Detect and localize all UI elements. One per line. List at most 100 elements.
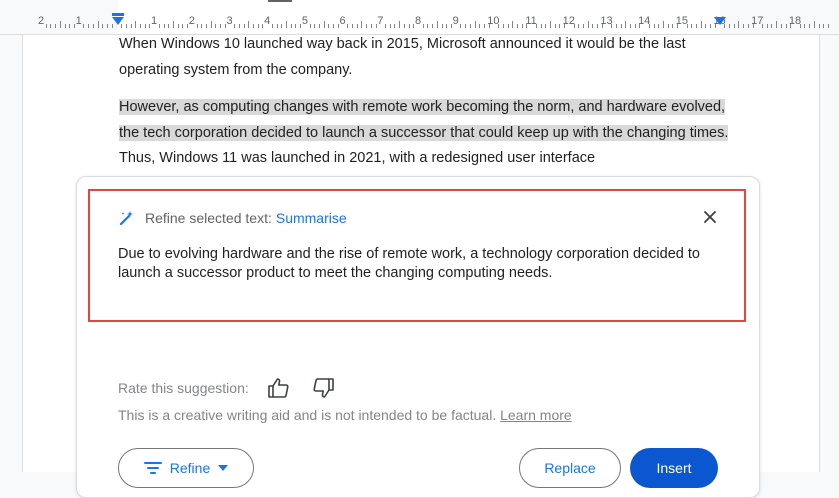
ruler-tick (502, 24, 504, 28)
ruler-tick (804, 24, 806, 28)
ruler-tick (554, 24, 556, 28)
left-indent-marker[interactable] (112, 17, 124, 25)
rate-suggestion-row: Rate this suggestion: (118, 376, 355, 400)
ruler-number: 6 (339, 15, 346, 27)
ruler-tick (446, 24, 448, 28)
replace-button-label: Replace (544, 460, 596, 476)
refine-button-label: Refine (169, 460, 211, 476)
ruler-tick (83, 24, 85, 28)
ruler-tick (521, 24, 523, 28)
ruler-tick (747, 24, 749, 28)
ruler-tick (55, 24, 57, 28)
ruler-number: 3 (226, 15, 233, 27)
first-line-indent-marker[interactable] (112, 13, 124, 16)
ruler-tick (201, 24, 203, 28)
sort-lines-icon (143, 462, 162, 474)
ruler-tick (573, 24, 575, 28)
ruler-tick (59, 21, 61, 28)
disclaimer: This is a creative writing aid and is no… (118, 407, 572, 423)
ruler-tick (813, 21, 815, 28)
ruler-tick (559, 24, 561, 28)
ruler-tick (215, 24, 217, 28)
ruler-tick (474, 21, 476, 28)
ruler-tick (248, 21, 250, 28)
ruler-tick (144, 24, 146, 28)
ruler-tick (45, 24, 47, 28)
ruler-tick (738, 21, 740, 28)
ruler-tick (818, 24, 820, 28)
insert-button[interactable]: Insert (630, 448, 718, 488)
ruler-tick (799, 24, 801, 28)
ruler-tick (634, 24, 636, 28)
ruler-tick (465, 24, 467, 28)
ruler-tick (130, 24, 132, 28)
ruler-tick (827, 24, 829, 28)
ruler-tick (399, 21, 401, 28)
thumbs-up-icon[interactable] (267, 376, 291, 400)
ruler-tick (319, 24, 321, 28)
ruler-tick (69, 24, 71, 28)
ruler-tick (733, 24, 735, 28)
right-indent-marker[interactable] (714, 17, 726, 25)
ruler-tick (672, 24, 674, 28)
replace-button[interactable]: Replace (519, 448, 621, 488)
refine-header-label: Refine selected text: (145, 210, 272, 226)
ruler-tick (243, 24, 245, 28)
ruler-number: 4 (264, 15, 271, 27)
ruler-tick (286, 21, 288, 28)
ruler-tick (809, 24, 811, 28)
ruler-tick (158, 24, 160, 28)
document-paragraph-1[interactable]: When Windows 10 launched way back in 201… (119, 32, 729, 83)
ruler-tick (356, 24, 358, 28)
ruler-number: 8 (414, 15, 422, 27)
ruler-number: 5 (301, 15, 308, 27)
ruler-tick (823, 24, 825, 28)
ruler-tick (323, 21, 325, 28)
document-paragraph-2[interactable]: However, as computing changes with remot… (119, 95, 729, 172)
ruler-tick (106, 24, 108, 28)
ruler-tick (436, 21, 438, 28)
ruler-tick (785, 24, 787, 28)
learn-more-link[interactable]: Learn more (500, 407, 572, 423)
ruler-tick (762, 24, 763, 28)
ruler-tick (389, 24, 391, 28)
refine-header: Refine selected text: Summarise (118, 209, 347, 227)
refine-mode-link[interactable]: Summarise (276, 210, 347, 226)
ruler-tick (766, 24, 768, 28)
caret-down-icon (218, 465, 229, 471)
ruler-tick (686, 24, 688, 28)
ruler-tick (648, 24, 650, 28)
ruler-number: 7 (377, 15, 384, 27)
ruler-tick (220, 24, 222, 28)
close-button[interactable] (700, 207, 720, 227)
ruler-tick (441, 24, 443, 28)
ruler-tick (545, 24, 547, 28)
ruler-tick (50, 24, 52, 28)
ruler-tick (729, 24, 731, 28)
ruler-tick (578, 24, 580, 28)
ruler-tick (479, 24, 481, 28)
ruler-tick (102, 24, 104, 28)
ruler-tick (257, 24, 259, 28)
horizontal-ruler[interactable]: 2 1 1 2 3 4 5 6 7 8 9 10 11 12 13 14 15 16 17 18 (0, 0, 839, 35)
selected-text[interactable]: However, as computing changes with remot… (119, 99, 729, 141)
unselected-text[interactable]: Thus, Windows 11 was launched in 2021, w… (119, 150, 595, 166)
ruler-tick (611, 24, 613, 28)
thumbs-down-icon[interactable] (311, 376, 335, 400)
ruler-number: 2 (37, 15, 45, 27)
ruler-tick (516, 24, 518, 28)
ruler-tick (271, 24, 273, 28)
ruler-tick (620, 24, 622, 28)
ruler-tick (92, 24, 94, 28)
ruler-tick (743, 24, 745, 28)
ruler-tick (385, 24, 386, 28)
ruler-tick (780, 24, 782, 28)
ruler-tick (630, 24, 632, 28)
ruler-tick (663, 21, 665, 28)
ruler-tick (469, 24, 471, 28)
ruler-tick (125, 24, 127, 28)
refine-button[interactable]: Refine (118, 448, 254, 488)
pen-sparkle-icon (119, 211, 133, 226)
ruler-number: 1 (75, 15, 82, 27)
ruler-tick (512, 21, 514, 28)
